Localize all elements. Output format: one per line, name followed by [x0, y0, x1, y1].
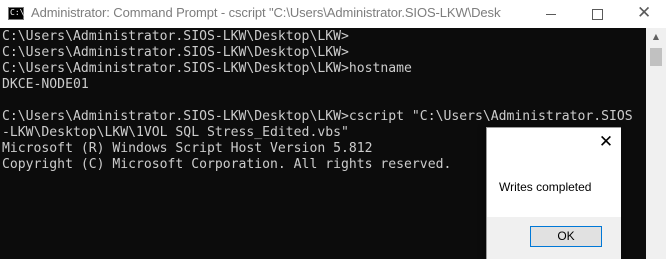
cmd-icon-glyph: C:\	[10, 8, 25, 17]
console-line: C:\Users\Administrator.SIOS-LKW\Desktop\…	[2, 29, 349, 44]
dialog-close-icon[interactable]: ✕	[594, 130, 618, 154]
cmd-icon: C:\	[8, 7, 24, 20]
minimize-icon	[546, 14, 556, 15]
maximize-button[interactable]	[574, 0, 620, 28]
minimize-button[interactable]	[528, 0, 574, 28]
close-button[interactable]: ✕	[620, 0, 666, 28]
close-icon: ✕	[637, 3, 652, 23]
message-dialog: ✕ Writes completed OK	[486, 127, 621, 259]
vertical-scrollbar[interactable]: ▲	[646, 28, 666, 259]
console-line: C:\Users\Administrator.SIOS-LKW\Desktop\…	[2, 109, 633, 124]
command-prompt-window: C:\ Administrator: Command Prompt - cscr…	[0, 0, 666, 259]
console-line: DKCE-NODE01	[2, 77, 89, 92]
console-line: C:\Users\Administrator.SIOS-LKW\Desktop\…	[2, 61, 412, 76]
console-line: C:\Users\Administrator.SIOS-LKW\Desktop\…	[2, 45, 349, 60]
console-line: -LKW\Desktop\LKW\1VOL SQL Stress_Edited.…	[2, 125, 349, 140]
dialog-footer: OK	[487, 217, 621, 259]
maximize-icon	[592, 9, 603, 20]
scroll-thumb[interactable]	[650, 48, 662, 66]
console-line: Microsoft (R) Windows Script Host Versio…	[2, 141, 373, 156]
ok-button[interactable]: OK	[530, 226, 602, 247]
window-title: Administrator: Command Prompt - cscript …	[31, 5, 501, 20]
scroll-up-arrow-icon[interactable]: ▲	[646, 28, 666, 45]
dialog-message: Writes completed	[499, 180, 592, 194]
console-line: Copyright (C) Microsoft Corporation. All…	[2, 157, 452, 172]
title-bar[interactable]: C:\ Administrator: Command Prompt - cscr…	[0, 0, 666, 29]
